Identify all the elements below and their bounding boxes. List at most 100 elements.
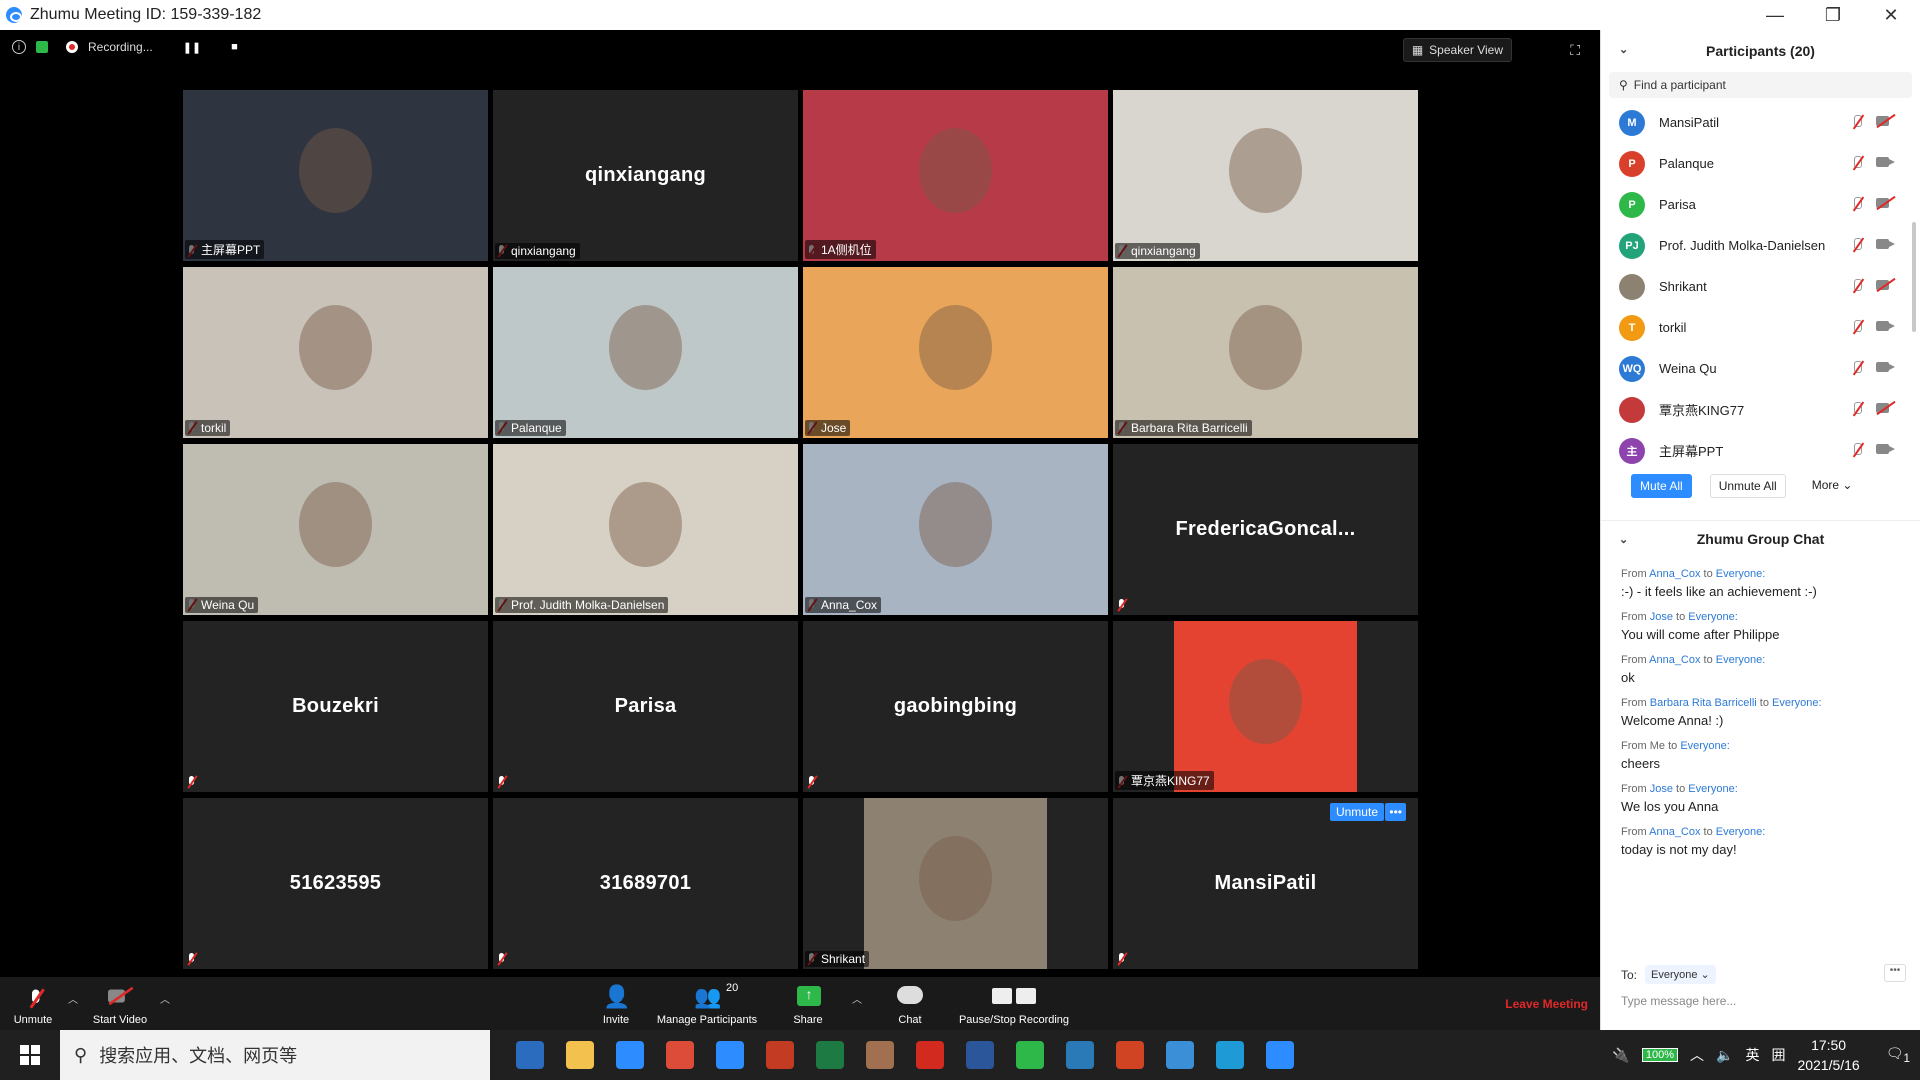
taskbar-app-icon[interactable] <box>1210 1035 1250 1075</box>
audio-options-caret-icon[interactable]: ︿ <box>68 991 78 1006</box>
video-tile[interactable]: Prof. Judith Molka-Danielsen <box>493 444 798 615</box>
video-camera-icon[interactable] <box>1876 237 1896 251</box>
restore-button[interactable]: ❐ <box>1804 0 1862 30</box>
video-off-icon[interactable] <box>1876 114 1896 128</box>
video-tile[interactable]: 1A侧机位 <box>803 90 1108 261</box>
participant-scrollbar[interactable] <box>1912 112 1918 452</box>
taskbar-app-icon[interactable] <box>560 1035 600 1075</box>
video-tile[interactable]: Jose <box>803 267 1108 438</box>
participant-row[interactable]: Ttorkil <box>1601 307 1920 348</box>
video-camera-icon[interactable] <box>1876 319 1896 333</box>
mic-muted-icon[interactable] <box>1850 442 1864 458</box>
taskbar-app-icon[interactable] <box>660 1035 700 1075</box>
collapse-participants-icon[interactable]: ⌄ <box>1619 43 1628 56</box>
tile-unmute-button[interactable]: Unmute <box>1329 803 1384 821</box>
video-tile[interactable]: torkil <box>183 267 488 438</box>
video-tile[interactable]: Weina Qu <box>183 444 488 615</box>
video-tile[interactable]: qinxiangang <box>1113 90 1418 261</box>
video-camera-icon[interactable] <box>1876 442 1896 456</box>
video-tile[interactable]: Anna_Cox <box>803 444 1108 615</box>
ime-indicator[interactable]: 英 <box>1745 1045 1759 1065</box>
tile-more-button[interactable]: ••• <box>1385 803 1406 821</box>
video-off-icon[interactable] <box>1876 196 1896 210</box>
taskbar-app-icon[interactable] <box>1160 1035 1200 1075</box>
video-tile[interactable]: gaobingbing <box>803 621 1108 792</box>
invite-button[interactable]: 👤 Invite <box>596 977 636 1030</box>
participant-row[interactable]: M MansiPatil <box>1601 102 1920 143</box>
mic-muted-icon[interactable] <box>1850 155 1864 171</box>
video-tile[interactable]: MansiPatil Unmute ••• <box>1113 798 1418 969</box>
taskbar-app-icon[interactable] <box>1110 1035 1150 1075</box>
power-plug-icon[interactable]: 🔌 <box>1612 1047 1629 1064</box>
close-window-button[interactable]: ✕ <box>1862 0 1920 30</box>
tray-expand-icon[interactable]: ︿ <box>1690 1045 1704 1065</box>
participant-row[interactable]: 主主屏幕PPT <box>1601 430 1920 471</box>
chat-button[interactable]: Chat <box>890 977 930 1030</box>
taskbar-app-icon[interactable] <box>860 1035 900 1075</box>
ime-mode-indicator[interactable]: 囲 <box>1771 1045 1785 1065</box>
recipient-select[interactable]: Everyone ⌄ <box>1645 965 1716 984</box>
volume-icon[interactable]: 🔈 <box>1716 1047 1733 1064</box>
lock-icon[interactable] <box>36 41 48 53</box>
share-button[interactable]: ↑ Share <box>786 977 830 1030</box>
mic-muted-icon[interactable] <box>1850 196 1864 212</box>
video-options-caret-icon[interactable]: ︿ <box>160 991 170 1006</box>
video-tile[interactable]: Bouzekri <box>183 621 488 792</box>
participant-row[interactable]: P Parisa <box>1601 184 1920 225</box>
mic-muted-icon[interactable] <box>1850 319 1864 335</box>
fullscreen-icon[interactable]: ⛶ <box>1570 42 1580 59</box>
video-tile[interactable]: Barbara Rita Barricelli <box>1113 267 1418 438</box>
participant-row[interactable]: Shrikant <box>1601 266 1920 307</box>
video-tile[interactable]: Shrikant <box>803 798 1108 969</box>
video-tile[interactable]: qinxiangang qinxiangang <box>493 90 798 261</box>
notification-center-icon[interactable]: 🗨1 <box>1886 1045 1910 1065</box>
manage-participants-button[interactable]: 👥 20 Manage Participants <box>652 977 762 1030</box>
chat-more-button[interactable]: ••• <box>1884 964 1906 982</box>
taskbar-app-icon[interactable] <box>1060 1035 1100 1075</box>
collapse-chat-icon[interactable]: ⌄ <box>1619 533 1628 546</box>
mic-muted-icon[interactable] <box>1850 360 1864 376</box>
speaker-view-button[interactable]: ▦ Speaker View <box>1402 38 1512 62</box>
stop-recording-button[interactable]: ■ <box>231 41 238 53</box>
more-button[interactable]: More ⌄ <box>1804 474 1861 498</box>
taskbar-app-icon[interactable] <box>1260 1035 1300 1075</box>
mic-muted-icon[interactable] <box>1850 114 1864 130</box>
video-camera-icon[interactable] <box>1876 155 1896 169</box>
minimize-button[interactable]: — <box>1746 0 1804 30</box>
unmute-button[interactable]: Unmute <box>8 977 58 1030</box>
share-options-caret-icon[interactable]: ︿ <box>852 991 862 1006</box>
participant-row[interactable]: PJ Prof. Judith Molka-Danielsen <box>1601 225 1920 266</box>
video-off-icon[interactable] <box>1876 401 1896 415</box>
pause-recording-button[interactable]: ❚❚ <box>183 41 201 54</box>
video-tile[interactable]: FredericaGoncal... <box>1113 444 1418 615</box>
mic-muted-icon[interactable] <box>1850 278 1864 294</box>
video-tile[interactable]: 主屏幕PPT <box>183 90 488 261</box>
start-button[interactable] <box>0 1030 60 1080</box>
taskbar-app-icon[interactable] <box>810 1035 850 1075</box>
taskbar-app-icon[interactable] <box>710 1035 750 1075</box>
battery-indicator[interactable]: 100% <box>1641 1048 1678 1062</box>
mic-muted-icon[interactable] <box>1850 401 1864 417</box>
video-off-icon[interactable] <box>1876 278 1896 292</box>
participant-row[interactable]: WQ Weina Qu <box>1601 348 1920 389</box>
taskbar-app-icon[interactable] <box>910 1035 950 1075</box>
taskbar-app-icon[interactable] <box>1010 1035 1050 1075</box>
unmute-all-button[interactable]: Unmute All <box>1709 474 1786 498</box>
leave-meeting-button[interactable]: Leave Meeting <box>1505 997 1588 1011</box>
video-tile[interactable]: 覃京燕KING77 <box>1113 621 1418 792</box>
pause-stop-recording-button[interactable]: Pause/Stop Recording <box>956 977 1072 1030</box>
video-camera-icon[interactable] <box>1876 360 1896 374</box>
taskbar-app-icon[interactable] <box>510 1035 550 1075</box>
chat-input[interactable]: Type message here... <box>1621 994 1736 1008</box>
video-tile[interactable]: 31689701 <box>493 798 798 969</box>
taskbar-search[interactable]: ⚲ 搜索应用、文档、网页等 <box>60 1030 490 1080</box>
mic-muted-icon[interactable] <box>1850 237 1864 253</box>
participant-row[interactable]: 覃京燕KING77 <box>1601 389 1920 430</box>
participant-search[interactable]: ⚲ Find a participant <box>1609 72 1912 98</box>
start-video-button[interactable]: Start Video <box>88 977 152 1030</box>
mute-all-button[interactable]: Mute All <box>1631 474 1692 498</box>
video-tile[interactable]: Parisa <box>493 621 798 792</box>
participant-row[interactable]: P Palanque <box>1601 143 1920 184</box>
taskbar-app-icon[interactable] <box>610 1035 650 1075</box>
taskbar-app-icon[interactable] <box>960 1035 1000 1075</box>
